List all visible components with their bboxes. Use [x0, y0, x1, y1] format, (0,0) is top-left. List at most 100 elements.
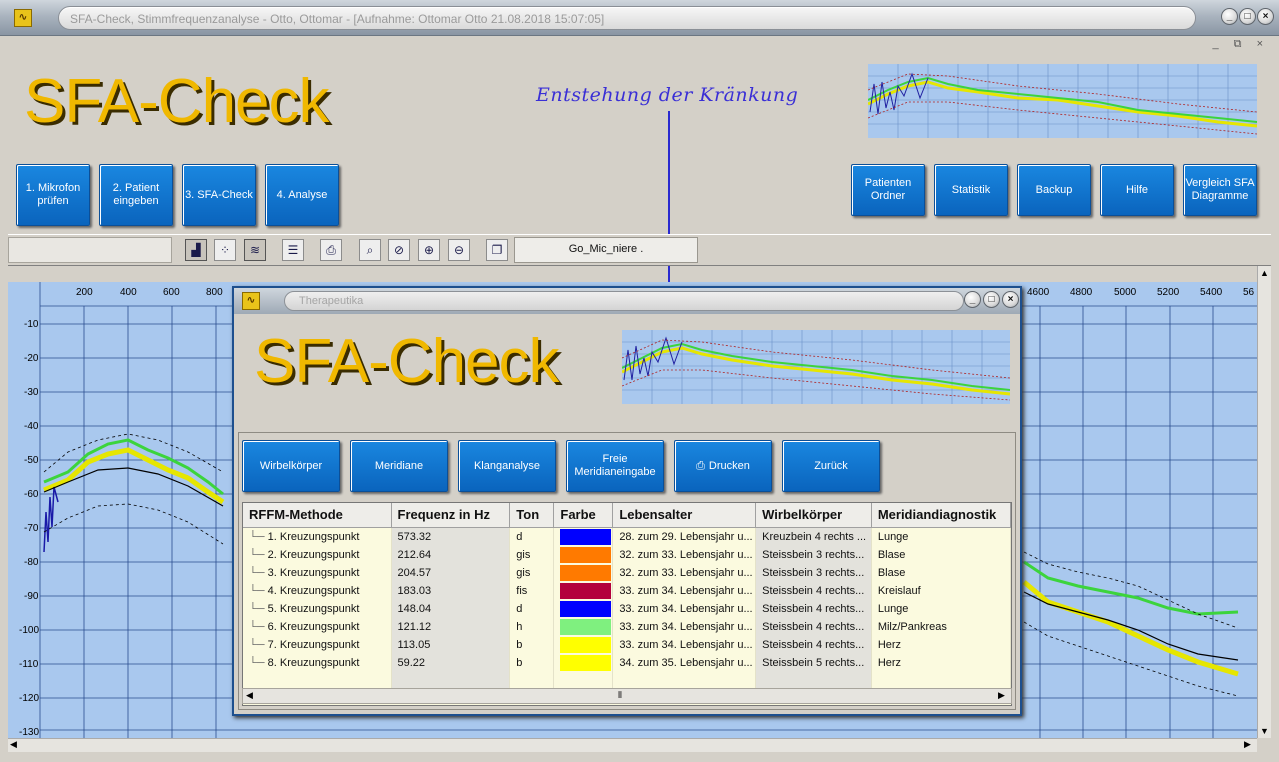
y-tick: -120	[19, 693, 40, 704]
cell-ton: d	[509, 527, 555, 546]
mikrofon-button[interactable]: 1. Mikrofon prüfen	[16, 164, 90, 226]
cell-meridian: Herz	[871, 635, 1011, 654]
scroll-down-icon[interactable]: ▼	[1260, 726, 1269, 736]
cell-text: Herz	[877, 638, 902, 651]
cell-text: 148.04	[397, 602, 432, 615]
grid-scroll-left-icon[interactable]: ◀	[246, 690, 253, 701]
cell-wk: Steissbein 4 rechts...	[755, 581, 872, 600]
cell-method: └─ 8. Kreuzungspunkt	[243, 653, 392, 672]
patient-button[interactable]: 2. Patient eingeben	[99, 164, 173, 226]
column-header[interactable]: Farbe	[553, 503, 614, 528]
cell-freq: 113.05	[391, 635, 511, 654]
cell-text: Steissbein 4 rechts...	[762, 584, 865, 597]
scroll-right-icon[interactable]: ▶	[1244, 739, 1251, 750]
cell-text: 7. Kreuzungspunkt	[267, 638, 360, 651]
table-row[interactable]: └─ 6. Kreuzungspunkt 121.12 h 33. zum 34. L…	[243, 617, 1011, 636]
klanganalyse-button[interactable]: Klanganalyse	[458, 440, 556, 492]
spectrum-view-icon[interactable]: ▟	[185, 239, 207, 261]
cell-text: Lunge	[877, 530, 909, 543]
results-table: RFFM-Methode Frequenz in Hz Ton Farbe Le…	[243, 503, 1011, 692]
column-header[interactable]: Frequenz in Hz	[391, 503, 511, 528]
column-header[interactable]: Lebensalter	[612, 503, 757, 528]
scroll-up-icon[interactable]: ▲	[1260, 268, 1269, 278]
cell-text: 33. zum 34. Lebensjahr u...	[619, 620, 753, 633]
cell-freq: 121.12	[391, 617, 511, 636]
dialog-close-icon[interactable]: ×	[1002, 291, 1019, 308]
x-tick: 5000	[1114, 287, 1137, 298]
waveform-icon[interactable]: ∿	[14, 9, 32, 27]
print-icon[interactable]: ⎙	[320, 239, 342, 261]
dialog-minimize-icon[interactable]: _	[964, 291, 981, 308]
vertical-scrollbar[interactable]	[1257, 266, 1271, 738]
tree-connector: └─	[249, 584, 268, 597]
cell-text: 33. zum 34. Lebensjahr u...	[619, 584, 753, 597]
table-row[interactable]: └─ 1. Kreuzungspunkt 573.32 d 28. zum 29. L…	[243, 527, 1011, 546]
y-tick: -30	[24, 387, 39, 398]
cell-age: 28. zum 29. Lebensjahr u...	[612, 527, 757, 546]
cell-text: 33. zum 34. Lebensjahr u...	[619, 638, 753, 651]
waveform-icon[interactable]: ∿	[242, 292, 260, 310]
close-icon[interactable]: ×	[1257, 8, 1274, 25]
cell-wk: Steissbein 3 rechts...	[755, 545, 872, 564]
backup-button[interactable]: Backup	[1017, 164, 1091, 216]
patienten-ordner-button[interactable]: Patienten Ordner	[851, 164, 925, 216]
column-header[interactable]: Meridiandiagnostik	[871, 503, 1011, 528]
statistik-button[interactable]: Statistik	[934, 164, 1008, 216]
zoom-out-icon[interactable]: ⊖	[448, 239, 470, 261]
cell-wk: Steissbein 4 rechts...	[755, 635, 872, 654]
cell-text: gis	[516, 548, 531, 561]
hilfe-button[interactable]: Hilfe	[1100, 164, 1174, 216]
grid-horizontal-scrollbar[interactable]	[242, 688, 1012, 704]
column-header[interactable]: RFFM-Methode	[243, 503, 392, 528]
table-header-row: RFFM-Methode Frequenz in Hz Ton Farbe Le…	[243, 503, 1011, 528]
dialog-maximize-icon[interactable]: □	[983, 291, 1000, 308]
cell-method: └─ 5. Kreuzungspunkt	[243, 599, 392, 618]
table-row[interactable]: └─ 4. Kreuzungspunkt 183.03 fis 33. zum 34.…	[243, 581, 1011, 600]
freie-meridianeingabe-button[interactable]: Freie Meridianeingabe	[566, 440, 664, 492]
zoom-in-icon[interactable]: ⊕	[418, 239, 440, 261]
cell-wk: Steissbein 3 rechts...	[755, 563, 872, 582]
maximize-icon[interactable]: □	[1239, 8, 1256, 25]
color-swatch-cell	[553, 581, 614, 600]
vergleich-button[interactable]: Vergleich SFA Diagramme	[1183, 164, 1257, 216]
table-row[interactable]: └─ 2. Kreuzungspunkt 212.64 gis 32. zum 33.…	[243, 545, 1011, 564]
color-swatch-cell	[553, 563, 614, 582]
cell-meridian: Blase	[871, 563, 1011, 582]
color-swatch	[560, 618, 612, 635]
zoom-icon[interactable]: ⌕	[359, 239, 381, 261]
analyse-button[interactable]: 4. Analyse	[265, 164, 339, 226]
cell-method: └─ 3. Kreuzungspunkt	[243, 563, 392, 582]
column-header[interactable]: Wirbelkörper	[755, 503, 872, 528]
status-box	[8, 237, 172, 263]
meridiane-button[interactable]: Meridiane	[350, 440, 448, 492]
lines-icon[interactable]: ☰	[282, 239, 304, 261]
grid-scroll-right-icon[interactable]: ▶	[998, 690, 1005, 701]
zoom-reset-icon[interactable]: ⊘	[388, 239, 410, 261]
table-row[interactable]: └─ 8. Kreuzungspunkt 59.22 b 34. zum 35. Le…	[243, 653, 1011, 672]
table-row[interactable]: └─ 7. Kreuzungspunkt 113.05 b 33. zum 34. L…	[243, 635, 1011, 654]
drucken-button[interactable]: ⎙ Drucken	[674, 440, 772, 492]
contour-view-icon[interactable]: ≋	[244, 239, 266, 261]
sfa-check-button[interactable]: 3. SFA-Check	[182, 164, 256, 226]
cell-text: 34. zum 35. Lebensjahr u...	[619, 656, 753, 669]
table-row[interactable]: └─ 3. Kreuzungspunkt 204.57 gis 32. zum 33.…	[243, 563, 1011, 582]
window-icon[interactable]: ❐	[486, 239, 508, 261]
mic-field[interactable]: Go_Mic_niere .	[514, 237, 698, 263]
cell-text: 212.64	[397, 548, 432, 561]
column-header[interactable]: Ton	[509, 503, 555, 528]
wirbelkoerper-button[interactable]: Wirbelkörper	[242, 440, 340, 492]
scroll-left-icon[interactable]: ◀	[10, 739, 17, 750]
cell-text: 204.57	[397, 566, 432, 579]
therapeutika-grid[interactable]: RFFM-Methode Frequenz in Hz Ton Farbe Le…	[242, 502, 1012, 706]
x-tick: 600	[163, 287, 180, 298]
zurueck-button[interactable]: Zurück	[782, 440, 880, 492]
y-tick: -90	[24, 591, 39, 602]
tree-connector: └─	[249, 530, 268, 543]
grid-scroll-thumb[interactable]: ⦀	[618, 690, 622, 701]
y-tick: -50	[24, 455, 39, 466]
scatter-view-icon[interactable]: ⁘	[214, 239, 236, 261]
color-swatch-cell	[553, 545, 614, 564]
minimize-icon[interactable]: _	[1221, 8, 1238, 25]
table-row[interactable]: └─ 5. Kreuzungspunkt 148.04 d 33. zum 34. L…	[243, 599, 1011, 618]
horizontal-scrollbar[interactable]	[8, 738, 1257, 752]
